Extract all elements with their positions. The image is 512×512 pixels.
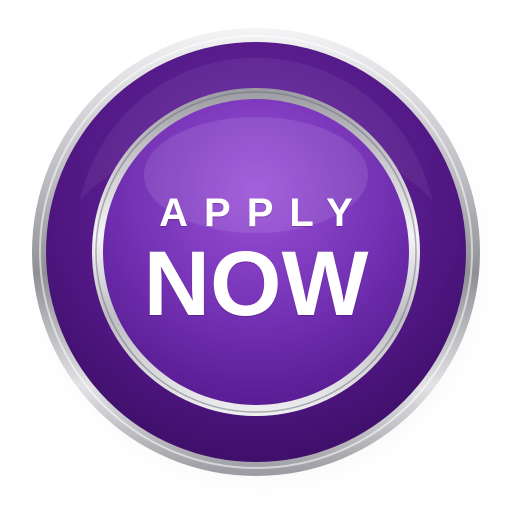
apply-now-badge[interactable]: APPLY NOW (0, 0, 512, 512)
round-button-graphic (24, 26, 496, 498)
